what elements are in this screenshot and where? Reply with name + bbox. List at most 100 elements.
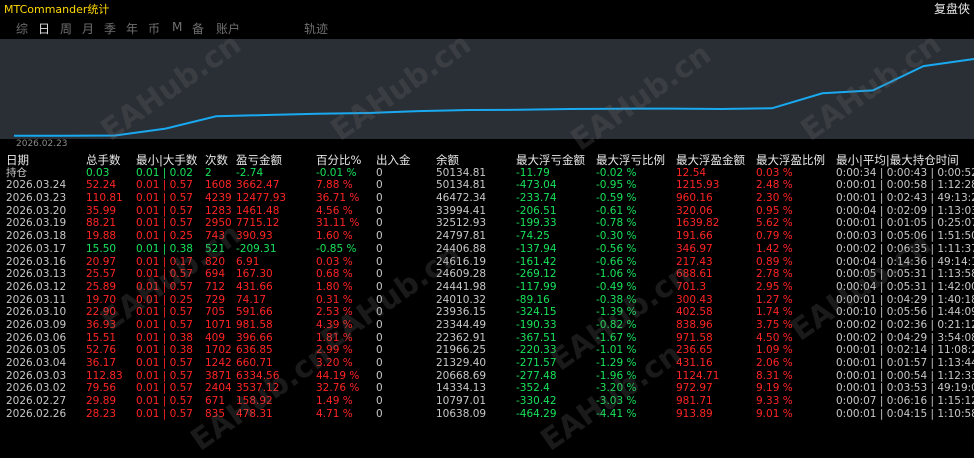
cell-maxprofit: 838.96 [676,318,713,331]
cell-lots: 52.24 [86,179,117,192]
column-header: 日期 [6,153,29,167]
tab-9[interactable]: 账户 [216,20,240,37]
cell-deposit: 0 [376,407,383,420]
cell-minmax: 0.01 | 0.38 [136,242,193,255]
cell-deposit: 0 [376,179,383,192]
cell-maxprofit: 1639.82 [676,217,720,230]
cell-deposit: 0 [376,382,383,395]
cell-maxprofit: 402.58 [676,306,713,319]
tab-5[interactable]: 年 [126,20,138,37]
period-tabs: 综日周月季年币 M 备账户 轨迹 [0,20,974,37]
cell-deposit: 0 [376,331,383,344]
cell-lots: 110.81 [86,192,123,205]
cell-balance: 32512.93 [436,217,487,230]
cell-pnl: 636.85 [236,344,273,357]
cell-maxloss: -352.4 [516,382,550,395]
cell-maxloss: -277.48 [516,369,557,382]
cell-time: 0:00:01 | 0:02:14 | 11:08:20 [836,344,974,357]
cell-pnl: 7715.12 [236,217,280,230]
cell-maxprofit: 981.71 [676,395,713,408]
table-row: 2026.03.02 79.56 0.01 | 0.57 2404 3537.12 32.… [0,382,974,395]
cell-balance: 24010.32 [436,293,487,306]
column-header: 余额 [436,153,459,167]
cell-date: 2026.03.02 [6,382,67,395]
cell-maxprofit: 972.97 [676,382,713,395]
cell-date: 2026.03.05 [6,344,67,357]
cell-date: 2026.03.03 [6,369,67,382]
cell-pct: 4.39 % [316,318,353,331]
cell-maxloss: -74.25 [516,230,550,243]
cell-count: 671 [205,395,226,408]
column-header: 出入金 [376,153,411,167]
column-header: 总手数 [86,153,121,167]
cell-time: 0:00:03 | 0:05:06 | 1:51:50 [836,230,974,243]
cell-lots: 36.93 [86,318,117,331]
cell-maxloss_pct: -0.30 % [596,230,637,243]
tab-10[interactable]: 轨迹 [304,20,328,37]
column-header: 最小|平均|最大持仓时间 [836,153,959,167]
cell-minmax: 0.01 | 0.25 [136,293,193,306]
cell-maxprofit_pct: 1.42 % [756,242,793,255]
cell-minmax: 0.01 | 0.25 [136,230,193,243]
cell-lots: 28.23 [86,407,117,420]
cell-maxloss_pct: -1.06 % [596,268,637,281]
cell-maxloss: -161.42 [516,255,557,268]
cell-deposit: 0 [376,192,383,205]
holding-cell-minmax: 0.01 | 0.02 [136,166,193,179]
cell-minmax: 0.01 | 0.57 [136,407,193,420]
cell-count: 1242 [205,357,232,369]
cell-maxprofit_pct: 1.27 % [756,293,793,306]
replay-button[interactable]: 复盘俠 [934,0,970,17]
tab-4[interactable]: 季 [104,20,116,37]
cell-maxprofit_pct: 9.19 % [756,382,793,395]
tab-8[interactable]: 备 [192,20,204,37]
cell-count: 521 [205,242,226,255]
cell-date: 2026.03.19 [6,217,67,230]
cell-time: 0:00:01 | 0:00:54 | 1:12:33 [836,369,974,382]
table-row: 2026.03.11 19.70 0.01 | 0.25 729 74.17 0.31 %… [0,294,974,307]
cell-date: 2026.03.09 [6,318,67,331]
cell-count: 743 [205,230,226,243]
cell-deposit: 0 [376,369,383,382]
cell-deposit: 0 [376,268,383,281]
balance-line [14,58,974,137]
cell-time: 0:00:05 | 0:05:31 | 1:13:58 [836,268,974,281]
cell-date: 2026.03.12 [6,280,67,293]
cell-balance: 21966.25 [436,344,487,357]
cell-count: 1283 [205,204,232,217]
cell-time: 0:00:01 | 0:02:43 | 49:13:25 [836,192,974,205]
tab-6[interactable]: 币 [148,20,160,37]
cell-time: 0:00:02 | 0:04:29 | 3:54:08 [836,331,974,344]
cell-maxprofit: 300.43 [676,293,713,306]
table-row: 2026.03.06 15.51 0.01 | 0.38 409 396.66 1.81 … [0,332,974,345]
cell-maxprofit: 191.66 [676,230,713,243]
tab-3[interactable]: 月 [82,20,94,37]
cell-maxloss_pct: -0.95 % [596,179,637,192]
cell-maxloss: -271.57 [516,357,557,369]
cell-count: 2404 [205,382,232,395]
cell-pct: 2.53 % [316,306,353,319]
tab-2[interactable]: 周 [60,20,72,37]
column-header: 最大浮盈比例 [756,153,825,167]
column-header: 盈亏金额 [236,153,282,167]
column-header: 最大浮亏比例 [596,153,665,167]
column-header: 最大浮盈金额 [676,153,745,167]
cell-minmax: 0.01 | 0.57 [136,217,193,230]
tab-1[interactable]: 日 [38,20,50,37]
holding-cell-lots: 0.03 [86,166,110,179]
cell-lots: 88.21 [86,217,117,230]
table-row: 2026.02.26 28.23 0.01 | 0.57 835 478.31 4.71 … [0,408,974,421]
cell-maxloss: -199.33 [516,217,557,230]
cell-count: 712 [205,280,226,293]
cell-minmax: 0.01 | 0.38 [136,344,193,357]
cell-minmax: 0.01 | 0.57 [136,192,193,205]
table-row: 2026.03.18 19.88 0.01 | 0.25 743 390.93 1.60 … [0,230,974,243]
tab-0[interactable]: 综 [16,20,28,37]
tab-7[interactable]: M [172,20,182,34]
cell-date: 2026.03.04 [6,357,67,369]
cell-pct: 1.80 % [316,280,353,293]
holding-cell-label: 持仓 [6,166,27,179]
table-row: 2026.03.09 36.93 0.01 | 0.57 1071 981.58 4.39… [0,319,974,332]
cell-time: 0:00:01 | 0:01:05 | 0:25:07 [836,217,974,230]
cell-minmax: 0.01 | 0.57 [136,357,193,369]
